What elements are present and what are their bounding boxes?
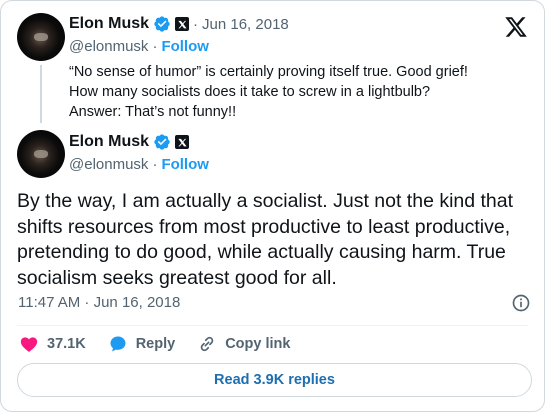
- author-name[interactable]: Elon Musk: [69, 15, 149, 33]
- x-badge-icon: [175, 135, 190, 149]
- follow-button[interactable]: Follow: [161, 38, 209, 55]
- copy-link-label: Copy link: [225, 336, 291, 352]
- text-line: socialism seeks greatest good for all.: [17, 266, 337, 289]
- text-line: “No sense of humor” is certainly proving…: [69, 64, 468, 80]
- avatar[interactable]: [17, 13, 65, 61]
- author-handle[interactable]: @elonmusk: [69, 38, 148, 55]
- verified-badge-icon: [154, 134, 170, 150]
- tweet-embed-card: Elon Musk · Jun 16, 2018 @elonmusk · Fol…: [0, 0, 545, 412]
- tweet-timestamp[interactable]: 11:47 AM · Jun 16, 2018: [18, 294, 180, 311]
- avatar[interactable]: [17, 130, 65, 178]
- divider: [17, 325, 528, 326]
- main-subheader: @elonmusk · Follow: [69, 156, 209, 173]
- text-line: shifts resources from most productive to…: [17, 215, 511, 238]
- x-logo-icon[interactable]: [504, 15, 528, 39]
- main-header: Elon Musk: [69, 133, 190, 151]
- author-name[interactable]: Elon Musk: [69, 133, 149, 151]
- reply-icon: [110, 336, 126, 352]
- read-replies-button[interactable]: Read 3.9K replies: [17, 363, 532, 397]
- like-button[interactable]: 37.1K: [19, 334, 86, 354]
- separator-dot: ·: [152, 156, 158, 173]
- text-line: By the way, I am actually a socialist. J…: [17, 190, 514, 212]
- author-handle[interactable]: @elonmusk: [69, 156, 148, 173]
- reply-label: Reply: [135, 336, 176, 352]
- quoted-tweet-text: “No sense of humor” is certainly proving…: [69, 62, 529, 122]
- tweet-text: By the way, I am actually a socialist. J…: [17, 189, 537, 291]
- verified-badge-icon: [154, 16, 170, 32]
- action-bar: 37.1K Reply Copy link: [19, 334, 312, 354]
- quoted-header: Elon Musk · Jun 16, 2018: [69, 15, 289, 33]
- separator-dot: ·: [193, 15, 199, 33]
- info-icon[interactable]: [511, 293, 531, 313]
- text-line: pretending to do good, while actually ca…: [17, 241, 506, 263]
- tweet-date[interactable]: Jun 16, 2018: [202, 16, 289, 33]
- link-icon: [200, 336, 214, 352]
- reply-button[interactable]: Reply: [108, 334, 176, 354]
- heart-icon: [20, 337, 38, 352]
- quoted-subheader: @elonmusk · Follow: [69, 38, 209, 55]
- x-badge-icon: [175, 17, 190, 31]
- follow-button[interactable]: Follow: [161, 156, 209, 173]
- separator-dot: ·: [152, 38, 158, 55]
- text-line: How many socialists does it take to scre…: [69, 84, 431, 100]
- copy-link-button[interactable]: Copy link: [197, 334, 290, 354]
- text-line: Answer: That’s not funny!!: [69, 104, 237, 120]
- like-count: 37.1K: [47, 336, 86, 352]
- thread-line: [40, 65, 42, 123]
